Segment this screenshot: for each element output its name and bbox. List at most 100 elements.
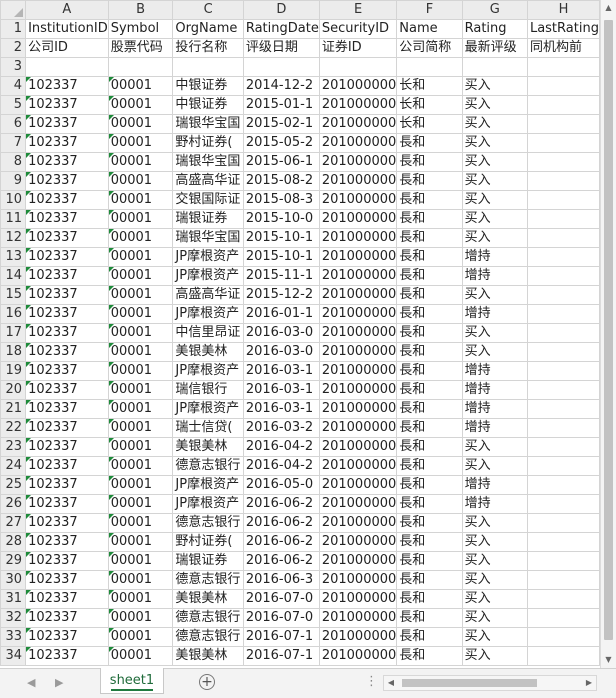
cell[interactable]: 2016-06-2 — [242, 513, 320, 533]
cell[interactable]: 2015-06-1 — [242, 152, 320, 172]
cell[interactable]: 00001 — [107, 532, 174, 552]
cell[interactable]: 102337 — [25, 190, 109, 210]
cell[interactable]: OrgName — [172, 19, 244, 39]
cell[interactable]: 买入 — [461, 589, 528, 609]
horizontal-scrollbar[interactable]: ◀ ▶ — [383, 675, 597, 691]
cell[interactable]: 买入 — [461, 152, 528, 172]
cell[interactable]: 201000000 — [318, 323, 398, 343]
cell[interactable]: 2016-06-2 — [242, 494, 320, 514]
cell[interactable]: 102337 — [25, 304, 109, 324]
cell[interactable]: 增持 — [461, 304, 528, 324]
cell[interactable] — [526, 95, 600, 115]
cell[interactable]: 公司ID — [25, 38, 109, 58]
cell[interactable]: 买入 — [461, 171, 528, 191]
cell[interactable] — [318, 57, 398, 77]
cell[interactable]: 2016-03-1 — [242, 380, 320, 400]
scroll-right-icon[interactable]: ▶ — [583, 676, 595, 690]
cell[interactable]: 201000000 — [318, 608, 398, 628]
cell[interactable]: 00001 — [107, 418, 174, 438]
cell[interactable]: 長和 — [396, 608, 463, 628]
cell[interactable] — [526, 513, 600, 533]
cell[interactable]: 2015-08-2 — [242, 171, 320, 191]
cell[interactable]: 公司简称 — [396, 38, 463, 58]
cell[interactable]: 00001 — [107, 209, 174, 229]
cell[interactable]: 增持 — [461, 361, 528, 381]
cell[interactable]: 2014-12-2 — [242, 76, 320, 96]
cell[interactable]: JP摩根资产 — [172, 247, 244, 267]
cell[interactable]: 长和 — [396, 114, 463, 134]
cell[interactable]: 201000000 — [318, 247, 398, 267]
cell[interactable]: 2015-11-1 — [242, 266, 320, 286]
row-header[interactable]: 8 — [0, 152, 27, 172]
cell[interactable]: 00001 — [107, 646, 174, 666]
cell[interactable]: 201000000 — [318, 380, 398, 400]
row-header[interactable]: 32 — [0, 608, 27, 628]
cell[interactable]: 201000000 — [318, 133, 398, 153]
cell[interactable]: 102337 — [25, 399, 109, 419]
cell[interactable] — [526, 532, 600, 552]
row-header[interactable]: 2 — [0, 38, 27, 58]
cell[interactable] — [526, 247, 600, 267]
cell[interactable]: 00001 — [107, 152, 174, 172]
cell[interactable]: 交银国际证 — [172, 190, 244, 210]
cell[interactable]: 長和 — [396, 532, 463, 552]
cell[interactable] — [526, 437, 600, 457]
cell[interactable] — [526, 228, 600, 248]
row-header[interactable]: 6 — [0, 114, 27, 134]
cell[interactable]: 長和 — [396, 646, 463, 666]
cell[interactable]: 瑞银华宝国 — [172, 228, 244, 248]
cell[interactable]: 201000000 — [318, 570, 398, 590]
cell[interactable]: 买入 — [461, 627, 528, 647]
cell[interactable]: 2016-03-2 — [242, 418, 320, 438]
cell[interactable]: 201000000 — [318, 342, 398, 362]
cell[interactable]: 102337 — [25, 532, 109, 552]
row-header[interactable]: 18 — [0, 342, 27, 362]
cell[interactable]: 201000000 — [318, 152, 398, 172]
cell[interactable]: 2016-04-2 — [242, 456, 320, 476]
cell[interactable]: 高盛高华证 — [172, 285, 244, 305]
cell[interactable]: 2016-07-1 — [242, 646, 320, 666]
cell[interactable]: SecurityID — [318, 19, 398, 39]
cell[interactable]: 2015-02-1 — [242, 114, 320, 134]
cell[interactable]: 买入 — [461, 513, 528, 533]
cell[interactable] — [526, 418, 600, 438]
cell[interactable]: 00001 — [107, 285, 174, 305]
cell[interactable]: 長和 — [396, 570, 463, 590]
cell[interactable]: 201000000 — [318, 418, 398, 438]
cell[interactable] — [526, 494, 600, 514]
cell[interactable]: 同机构前 — [526, 38, 600, 58]
cell[interactable]: 00001 — [107, 342, 174, 362]
cell[interactable]: 00001 — [107, 456, 174, 476]
cell[interactable]: 买入 — [461, 551, 528, 571]
cell[interactable]: 2016-01-1 — [242, 304, 320, 324]
cell[interactable]: 201000000 — [318, 361, 398, 381]
cell[interactable]: 102337 — [25, 494, 109, 514]
cell[interactable]: 00001 — [107, 133, 174, 153]
cell[interactable]: 102337 — [25, 608, 109, 628]
cell[interactable]: 2016-06-2 — [242, 551, 320, 571]
row-header[interactable]: 25 — [0, 475, 27, 495]
cell[interactable]: 长和 — [396, 95, 463, 115]
row-header[interactable]: 15 — [0, 285, 27, 305]
cell[interactable]: 201000000 — [318, 627, 398, 647]
cell[interactable]: 102337 — [25, 247, 109, 267]
row-header[interactable]: 31 — [0, 589, 27, 609]
cell[interactable]: 201000000 — [318, 399, 398, 419]
row-header[interactable]: 23 — [0, 437, 27, 457]
column-header[interactable]: F — [396, 0, 463, 20]
select-all-corner[interactable] — [0, 0, 27, 20]
cell[interactable]: 102337 — [25, 513, 109, 533]
cell[interactable]: 201000000 — [318, 646, 398, 666]
cell[interactable]: 增持 — [461, 418, 528, 438]
cell[interactable]: 長和 — [396, 551, 463, 571]
cell[interactable]: 102337 — [25, 323, 109, 343]
row-header[interactable]: 16 — [0, 304, 27, 324]
cell[interactable]: 102337 — [25, 171, 109, 191]
cell[interactable]: 201000000 — [318, 95, 398, 115]
row-header[interactable]: 21 — [0, 399, 27, 419]
cell[interactable]: 201000000 — [318, 190, 398, 210]
cell[interactable]: 00001 — [107, 380, 174, 400]
cell[interactable]: 美银美林 — [172, 437, 244, 457]
cell[interactable]: 102337 — [25, 380, 109, 400]
cell[interactable]: 201000000 — [318, 76, 398, 96]
